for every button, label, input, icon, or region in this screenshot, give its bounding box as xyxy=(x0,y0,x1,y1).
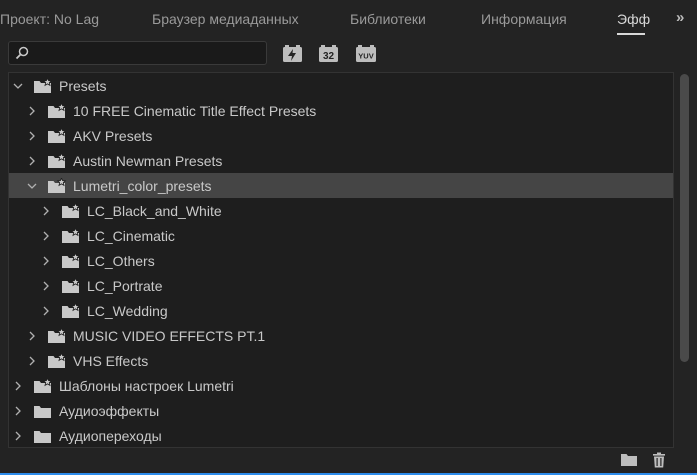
preset-folder-icon xyxy=(62,228,81,243)
tree-item-akv-presets[interactable]: AKV Presets xyxy=(9,123,673,148)
tree-item-lc-portrate[interactable]: LC_Portrate xyxy=(9,273,673,298)
tree-item-austin-newman-presets[interactable]: Austin Newman Presets xyxy=(9,148,673,173)
preset-folder-icon xyxy=(48,128,67,143)
tree-item-audio-transitions[interactable]: Аудиопереходы xyxy=(9,423,673,447)
chevron-right-icon[interactable] xyxy=(41,306,51,316)
tree-item-label: LC_Portrate xyxy=(87,278,163,294)
preset-folder-icon xyxy=(34,378,53,393)
tree-item-label: LC_Black_and_White xyxy=(87,203,222,219)
tree-item-label: LC_Others xyxy=(87,253,155,269)
folder-icon xyxy=(34,406,51,418)
chevron-right-icon[interactable] xyxy=(13,406,23,416)
tree-item-label: Шаблоны настроек Lumetri xyxy=(59,378,234,394)
preset-folder-icon xyxy=(48,153,67,168)
tree-item-label: VHS Effects xyxy=(73,353,149,369)
search-box[interactable] xyxy=(8,41,267,65)
preset-folder-icon xyxy=(62,278,81,293)
tab-effects[interactable]: Эфф xyxy=(617,11,650,27)
preset-folder-icon xyxy=(48,353,67,368)
tree-item-lc-cinematic[interactable]: LC_Cinematic xyxy=(9,223,673,248)
chevron-down-icon[interactable] xyxy=(13,81,23,91)
tree-item-music-video-effects[interactable]: MUSIC VIDEO EFFECTS PT.1 xyxy=(9,323,673,348)
tab-libraries[interactable]: Библиотеки xyxy=(350,11,426,27)
tree-item-label: LC_Wedding xyxy=(87,303,168,319)
tree-item-10-free-cinematic[interactable]: 10 FREE Cinematic Title Effect Presets xyxy=(9,98,673,123)
effects-tree: Presets 10 FREE Cinematic Title Effect Pr… xyxy=(8,72,674,448)
folder-icon xyxy=(34,431,51,443)
trash-icon[interactable] xyxy=(650,452,668,468)
chevron-right-icon[interactable] xyxy=(41,256,51,266)
preset-folder-icon xyxy=(48,103,67,118)
yuv-effects-icon[interactable]: YUV xyxy=(355,44,377,63)
tree-item-audio-effects[interactable]: Аудиоэффекты xyxy=(9,398,673,423)
chevron-down-icon[interactable] xyxy=(27,181,37,191)
new-bin-icon[interactable] xyxy=(620,452,638,468)
tree-scrollbar[interactable] xyxy=(676,72,692,448)
chevron-right-icon[interactable] xyxy=(27,131,37,141)
tree-item-label: Аудиопереходы xyxy=(59,428,162,444)
tree-item-label: Аудиоэффекты xyxy=(59,403,160,419)
tree-item-lc-others[interactable]: LC_Others xyxy=(9,248,673,273)
search-icon xyxy=(15,46,29,60)
tree-item-lumetri-presets-templates[interactable]: Шаблоны настроек Lumetri xyxy=(9,373,673,398)
tab-overflow-button[interactable]: » xyxy=(676,9,684,26)
32-bit-color-icon[interactable]: 32 xyxy=(318,44,339,63)
tree-item-label: Austin Newman Presets xyxy=(73,153,223,169)
tree-item-label: AKV Presets xyxy=(73,128,153,144)
preset-folder-icon xyxy=(34,78,53,93)
panel-tab-bar: Проект: No Lag Браузер медиаданных Библи… xyxy=(0,0,697,38)
scrollbar-thumb[interactable] xyxy=(680,74,689,362)
preset-folder-icon xyxy=(62,253,81,268)
yuv-label: YUV xyxy=(358,52,373,61)
chevron-right-icon[interactable] xyxy=(13,381,23,391)
active-tab-indicator xyxy=(617,33,645,35)
tab-info[interactable]: Информация xyxy=(481,11,567,27)
effects-panel: Проект: No Lag Браузер медиаданных Библи… xyxy=(0,0,697,475)
preset-folder-icon xyxy=(48,328,67,343)
tab-project[interactable]: Проект: No Lag xyxy=(0,11,99,27)
tree-item-label: LC_Cinematic xyxy=(87,228,175,244)
chevron-right-icon[interactable] xyxy=(13,431,23,441)
preset-folder-icon xyxy=(62,203,81,218)
tree-item-lc-black-and-white[interactable]: LC_Black_and_White xyxy=(9,198,673,223)
chevron-right-icon[interactable] xyxy=(27,156,37,166)
chevron-right-icon[interactable] xyxy=(41,206,51,216)
tree-item-vhs-effects[interactable]: VHS Effects xyxy=(9,348,673,373)
chevron-right-icon[interactable] xyxy=(27,331,37,341)
tree-item-label: MUSIC VIDEO EFFECTS PT.1 xyxy=(73,328,266,344)
preset-folder-icon xyxy=(48,178,67,193)
preset-folder-icon xyxy=(62,303,81,318)
panel-footer xyxy=(0,448,697,473)
tab-media-browser[interactable]: Браузер медиаданных xyxy=(152,11,299,27)
chevron-right-icon[interactable] xyxy=(41,281,51,291)
tree-item-lc-wedding[interactable]: LC_Wedding xyxy=(9,298,673,323)
32-bit-label: 32 xyxy=(323,51,335,62)
effects-toolbar: 32 YUV xyxy=(0,38,697,70)
tree-item-label: 10 FREE Cinematic Title Effect Presets xyxy=(73,103,317,119)
chevron-right-icon[interactable] xyxy=(41,231,51,241)
chevron-right-icon[interactable] xyxy=(27,356,37,366)
tree-item-label: Lumetri_color_presets xyxy=(73,178,212,194)
accelerated-effects-icon[interactable] xyxy=(282,44,303,63)
search-input[interactable] xyxy=(33,45,261,61)
chevron-right-icon[interactable] xyxy=(27,106,37,116)
tree-item-presets[interactable]: Presets xyxy=(9,73,673,98)
tree-item-label: Presets xyxy=(59,78,107,94)
tree-item-lumetri-color-presets[interactable]: Lumetri_color_presets xyxy=(9,173,673,198)
